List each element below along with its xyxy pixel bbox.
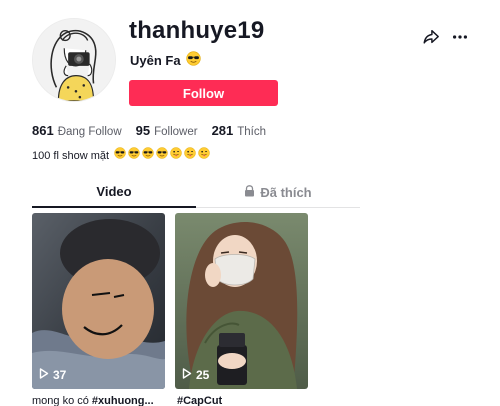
sunglasses-emoji-icon bbox=[142, 147, 154, 164]
bio-text: 100 fl show mặt bbox=[32, 149, 110, 162]
play-icon bbox=[182, 368, 192, 382]
following-label: Đang Follow bbox=[57, 126, 122, 138]
video-views-count: 25 bbox=[196, 368, 210, 382]
video-views-count: 37 bbox=[53, 368, 67, 382]
caption-text: mong ko có bbox=[32, 395, 92, 406]
likes-label: Thích bbox=[237, 126, 267, 138]
sunglasses-emoji-icon bbox=[114, 147, 126, 164]
tongue-emoji-icon bbox=[170, 147, 182, 164]
stat-likes: 281 Thích bbox=[212, 123, 266, 140]
username: thanhuye19 bbox=[129, 17, 265, 44]
tab-liked[interactable]: Đã thích bbox=[196, 176, 360, 208]
stat-followers[interactable]: 95 Follower bbox=[136, 123, 198, 140]
tongue-emoji-icon bbox=[184, 147, 196, 164]
video-views: 25 bbox=[182, 368, 209, 382]
tab-liked-label: Đã thích bbox=[260, 184, 312, 200]
followers-label: Follower bbox=[154, 126, 198, 138]
profile-stats: 861 Đang Follow 95 Follower 281 Thích bbox=[32, 123, 266, 140]
play-icon bbox=[39, 368, 49, 382]
likes-count: 281 bbox=[211, 123, 234, 138]
caption-hashtag[interactable]: #xuhuong... bbox=[92, 395, 154, 406]
bio: 100 fl show mặt bbox=[32, 147, 210, 164]
following-count: 861 bbox=[32, 123, 54, 138]
video-caption[interactable]: #CapCut bbox=[177, 395, 310, 406]
caption-hashtag[interactable]: #CapCut bbox=[177, 395, 222, 406]
more-icon[interactable] bbox=[451, 28, 469, 46]
video-card[interactable]: 37 bbox=[32, 213, 165, 389]
avatar[interactable] bbox=[32, 18, 116, 102]
stat-following[interactable]: 861 Đang Follow bbox=[32, 123, 122, 140]
profile-tabs: Video Đã thích bbox=[32, 176, 360, 208]
sunglasses-emoji-icon bbox=[156, 147, 168, 164]
video-caption[interactable]: mong ko có #xuhuong... bbox=[32, 395, 165, 406]
video-card[interactable]: 25 bbox=[175, 213, 308, 389]
video-views: 37 bbox=[39, 368, 66, 382]
tab-video[interactable]: Video bbox=[32, 176, 196, 208]
followers-count: 95 bbox=[135, 123, 151, 138]
follow-button[interactable]: Follow bbox=[129, 80, 278, 106]
tab-video-label: Video bbox=[96, 183, 132, 199]
sunglasses-emoji-icon bbox=[128, 147, 140, 164]
nickname-row: Uyên Fa bbox=[130, 51, 201, 71]
sunglasses-emoji-icon bbox=[185, 51, 201, 71]
nickname: Uyên Fa bbox=[130, 53, 181, 68]
tongue-emoji-icon bbox=[198, 147, 210, 164]
bio-emojis bbox=[114, 147, 210, 164]
lock-icon bbox=[244, 184, 255, 200]
share-icon[interactable] bbox=[422, 28, 440, 46]
